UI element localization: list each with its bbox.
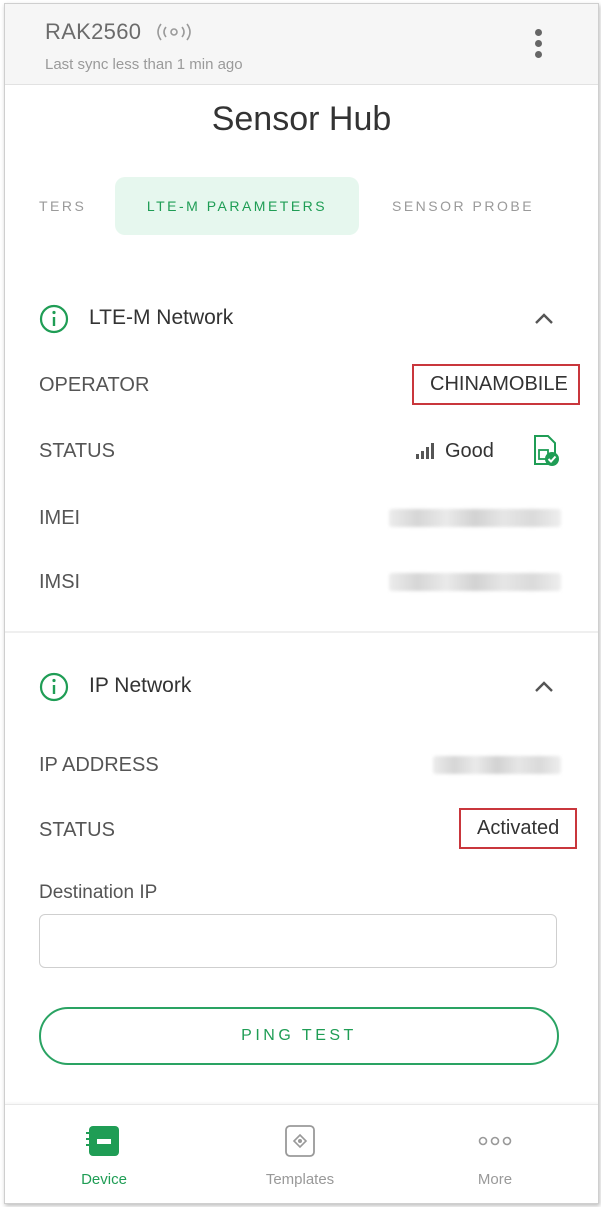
tab-lte-m-parameters[interactable]: LTE-M PARAMETERS	[115, 177, 359, 235]
sim-card-check-icon	[534, 435, 559, 466]
ping-test-button[interactable]: PING TEST	[39, 1007, 559, 1065]
operator-value: CHINAMOBILE	[412, 364, 580, 405]
overflow-menu-button[interactable]	[525, 26, 551, 62]
imei-value-redacted	[389, 509, 561, 527]
chevron-up-icon[interactable]	[533, 308, 555, 330]
more-vertical-icon	[534, 29, 542, 36]
ip-section-title: IP Network	[89, 674, 192, 697]
page-title: Sensor Hub	[211, 100, 392, 138]
templates-icon	[285, 1125, 315, 1157]
info-icon	[39, 304, 69, 334]
ip-address-value-redacted	[433, 756, 561, 774]
tab-sensor-probe[interactable]: SENSOR PROBE	[392, 177, 534, 235]
nav-label-templates: Templates	[265, 1171, 335, 1188]
nav-label-more: More	[477, 1171, 513, 1188]
imei-label: IMEI	[39, 507, 81, 529]
lte-section-title: LTE-M Network	[89, 306, 234, 329]
nav-item-device[interactable]: Device	[34, 1105, 174, 1203]
app-bar: RAK2560 Last sync less than 1 min ago	[5, 4, 598, 85]
ip-section-header[interactable]: IP Network	[39, 668, 569, 708]
operator-label: OPERATOR	[39, 374, 150, 396]
ip-status-label: STATUS	[39, 819, 115, 841]
app-screen: RAK2560 Last sync less than 1 min ago Se…	[4, 3, 599, 1204]
tab-parameters[interactable]: TERS	[39, 177, 86, 235]
lte-status-value: Good	[445, 440, 494, 462]
info-icon	[39, 672, 69, 702]
signal-strength-icon	[416, 443, 434, 459]
ip-status-value: Activated	[459, 808, 577, 849]
nav-label-device: Device	[81, 1171, 127, 1188]
device-icon	[86, 1126, 119, 1156]
imsi-value-redacted	[389, 573, 561, 591]
section-divider	[5, 631, 598, 633]
lte-status-label: STATUS	[39, 440, 115, 462]
chevron-up-icon[interactable]	[533, 676, 555, 698]
device-name: RAK2560	[45, 19, 142, 44]
imsi-label: IMSI	[39, 571, 81, 593]
bottom-navigation: Device Templates More	[5, 1104, 598, 1203]
nav-item-more[interactable]: More	[425, 1105, 565, 1203]
destination-ip-label: Destination IP	[39, 882, 158, 903]
more-icon	[478, 1136, 512, 1146]
wireless-signal-icon	[157, 23, 191, 41]
nav-item-templates[interactable]: Templates	[230, 1105, 370, 1203]
last-sync-text: Last sync less than 1 min ago	[45, 56, 243, 73]
destination-ip-input[interactable]	[39, 914, 557, 968]
lte-section-header[interactable]: LTE-M Network	[39, 300, 569, 340]
ip-address-label: IP ADDRESS	[39, 754, 159, 776]
